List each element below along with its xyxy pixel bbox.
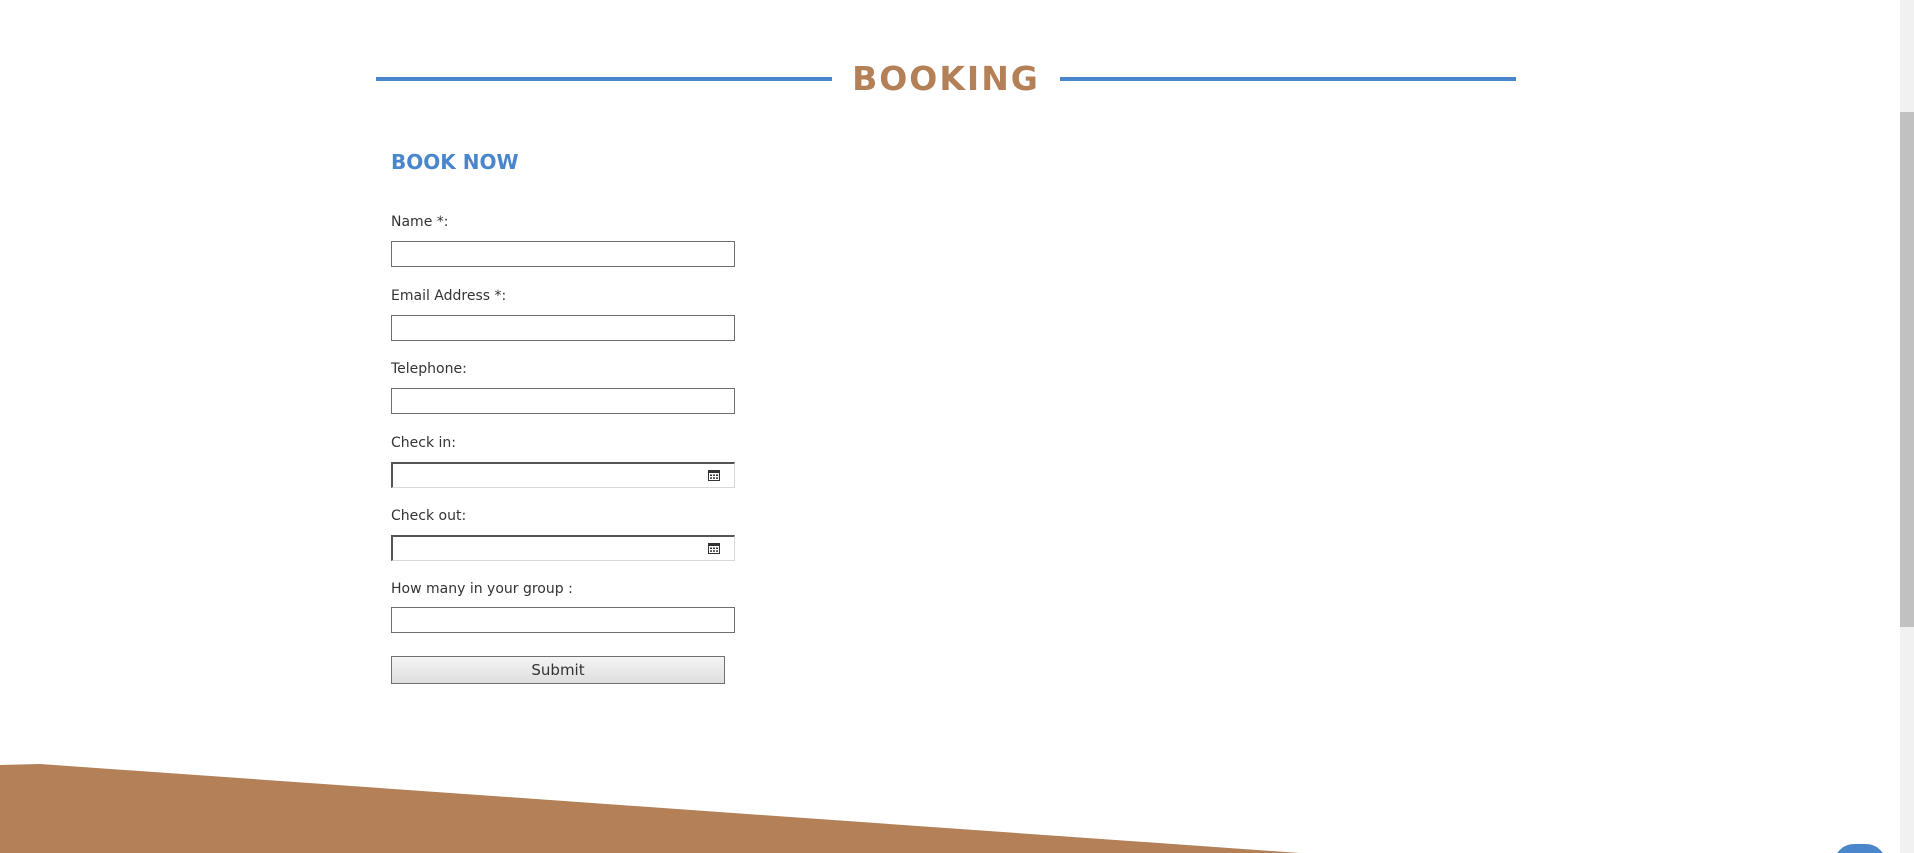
title-rule-right <box>1060 77 1516 81</box>
name-label: Name *: <box>391 214 449 230</box>
calendar-icon[interactable] <box>708 469 720 481</box>
name-field[interactable] <box>391 241 735 267</box>
check-out-field[interactable] <box>393 537 705 559</box>
check-in-label: Check in: <box>391 435 456 451</box>
check-in-date-picker[interactable] <box>391 462 735 488</box>
email-label: Email Address *: <box>391 288 507 304</box>
footer-decoration <box>0 764 1300 853</box>
scrollbar-thumb[interactable] <box>1900 112 1914 627</box>
check-out-date-picker[interactable] <box>391 535 735 561</box>
group-size-field[interactable] <box>391 607 735 633</box>
booking-page: BOOKING BOOK NOW Name *: Email Address *… <box>0 0 1914 853</box>
group-size-label: How many in your group : <box>391 581 573 597</box>
title-rule-left <box>376 77 832 81</box>
check-in-field[interactable] <box>393 464 705 486</box>
form-heading: BOOK NOW <box>391 150 519 174</box>
page-scrollbar[interactable] <box>1900 0 1914 853</box>
telephone-field[interactable] <box>391 388 735 414</box>
submit-button[interactable]: Submit <box>391 656 725 684</box>
email-field[interactable] <box>391 315 735 341</box>
check-out-label: Check out: <box>391 508 467 524</box>
telephone-label: Telephone: <box>391 361 467 377</box>
calendar-icon[interactable] <box>708 542 720 554</box>
section-title: BOOKING <box>852 59 1040 98</box>
